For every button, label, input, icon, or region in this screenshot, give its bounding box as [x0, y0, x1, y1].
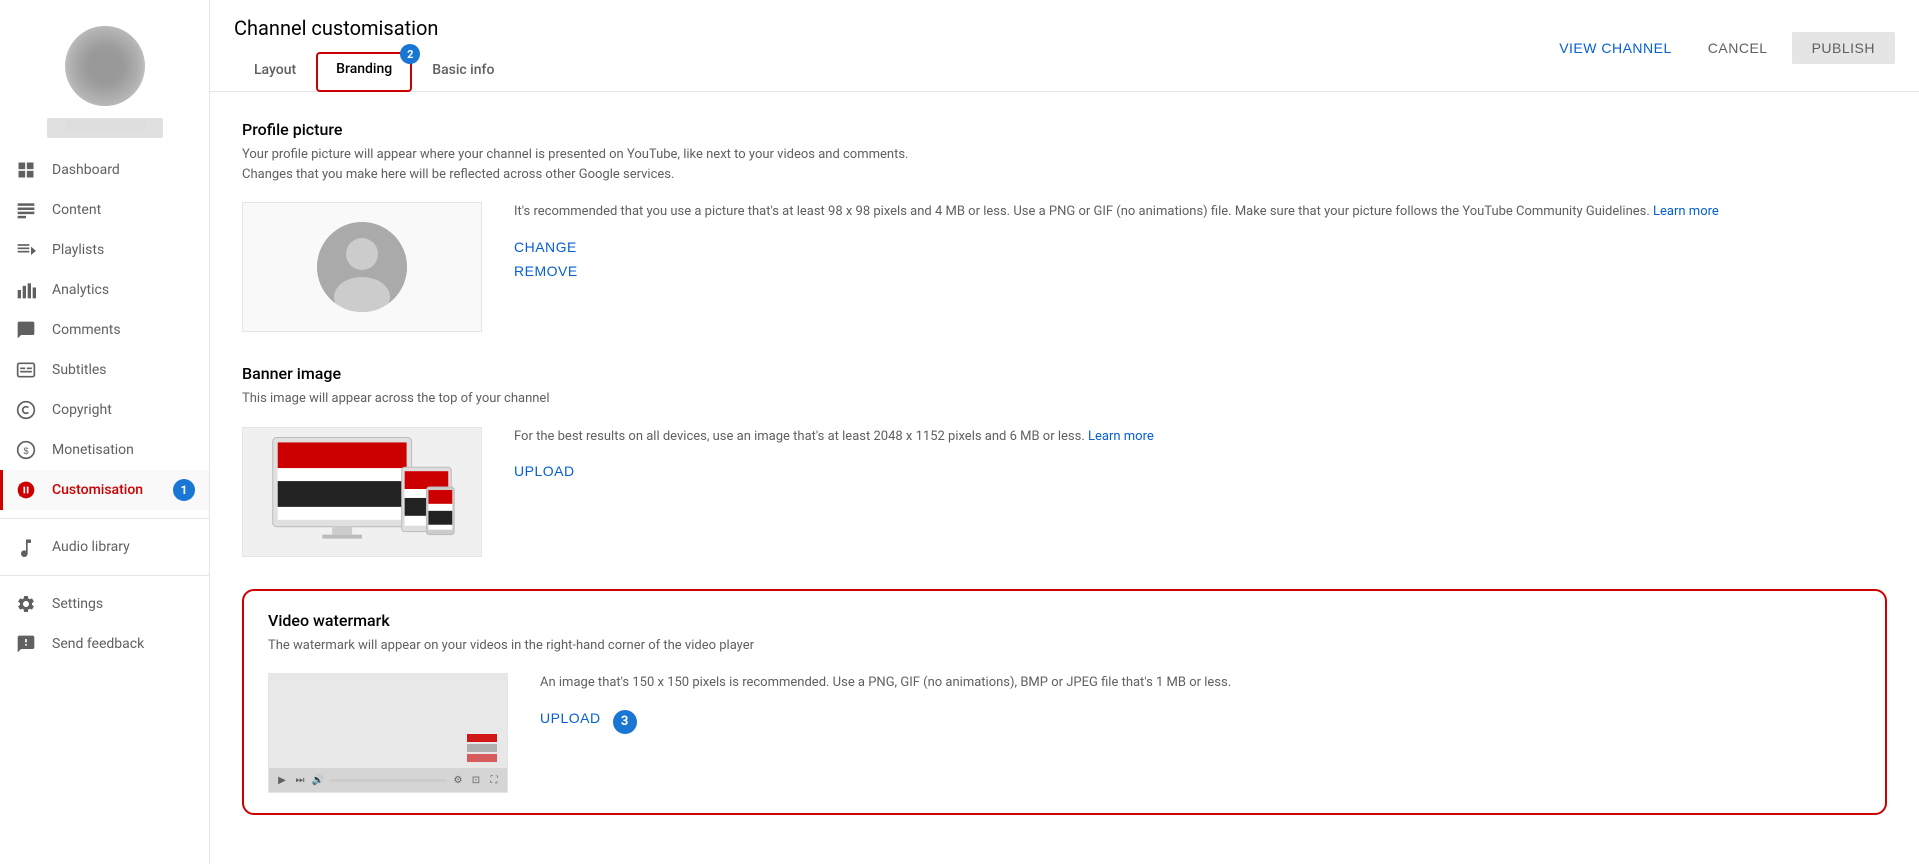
- sidebar-item-settings[interactable]: Settings: [0, 584, 209, 624]
- content-area: Profile picture Your profile picture wil…: [210, 92, 1919, 864]
- sidebar-nav: Dashboard Content Playlists Analytics: [0, 150, 209, 864]
- sidebar-item-customisation[interactable]: Customisation 1: [0, 470, 209, 510]
- sidebar-item-subtitles[interactable]: Subtitles: [0, 350, 209, 390]
- publish-button[interactable]: PUBLISH: [1792, 32, 1895, 64]
- playlists-icon: [16, 240, 36, 260]
- main-content: Channel customisation Layout Branding 2 …: [210, 0, 1919, 864]
- sidebar-item-label-dashboard: Dashboard: [52, 162, 120, 178]
- profile-picture-info-text: It's recommended that you use a picture …: [514, 202, 1887, 223]
- subtitles-icon: [16, 360, 36, 380]
- banner-image-info: For the best results on all devices, use…: [514, 427, 1887, 488]
- profile-picture-preview: [242, 202, 482, 332]
- banner-image-preview: [242, 427, 482, 557]
- sidebar-item-label-send-feedback: Send feedback: [52, 636, 144, 652]
- sidebar-item-label-playlists: Playlists: [52, 242, 104, 258]
- tab-branding[interactable]: Branding 2: [316, 52, 412, 92]
- content-icon: [16, 200, 36, 220]
- banner-image-body: For the best results on all devices, use…: [242, 427, 1887, 557]
- analytics-icon: [16, 280, 36, 300]
- topbar-actions: VIEW CHANNEL CANCEL PUBLISH: [1547, 32, 1895, 76]
- audio-library-icon: [16, 537, 36, 557]
- sidebar-item-dashboard[interactable]: Dashboard: [0, 150, 209, 190]
- page-title: Channel customisation: [234, 16, 514, 40]
- gear-icon: ⚙: [451, 773, 465, 787]
- video-watermark-section: Video watermark The watermark will appea…: [242, 589, 1887, 816]
- profile-learn-more-link[interactable]: Learn more: [1653, 204, 1719, 219]
- tabs: Layout Branding 2 Basic info: [234, 52, 514, 91]
- channel-name: [47, 118, 163, 138]
- video-watermark-desc: The watermark will appear on your videos…: [268, 636, 988, 656]
- sidebar-item-send-feedback[interactable]: Send feedback: [0, 624, 209, 664]
- sidebar-avatar-section: [0, 10, 209, 150]
- sidebar-item-label-settings: Settings: [52, 596, 103, 612]
- comments-icon: [16, 320, 36, 340]
- progress-bar[interactable]: [329, 779, 447, 782]
- sidebar: Dashboard Content Playlists Analytics: [0, 0, 210, 864]
- sidebar-item-label-copyright: Copyright: [52, 402, 112, 418]
- sidebar-item-copyright[interactable]: Copyright: [0, 390, 209, 430]
- tab-branding-label: Branding: [336, 61, 392, 77]
- topbar-left: Channel customisation Layout Branding 2 …: [234, 16, 514, 91]
- player-controls: ▶ ⏭ 🔊 ⚙ ⊡ ⛶: [269, 768, 507, 792]
- dashboard-icon: [16, 160, 36, 180]
- profile-remove-button[interactable]: REMOVE: [514, 263, 578, 279]
- feedback-icon: [16, 634, 36, 654]
- sidebar-item-label-comments: Comments: [52, 322, 121, 338]
- tab-basic-info[interactable]: Basic info: [412, 52, 514, 91]
- sidebar-item-content[interactable]: Content: [0, 190, 209, 230]
- profile-picture-section: Profile picture Your profile picture wil…: [242, 120, 1887, 332]
- profile-picture-title: Profile picture: [242, 120, 1887, 139]
- monetisation-icon: $: [16, 440, 36, 460]
- cancel-button[interactable]: CANCEL: [1696, 32, 1780, 64]
- sidebar-item-label-subtitles: Subtitles: [52, 362, 107, 378]
- profile-picture-body: It's recommended that you use a picture …: [242, 202, 1887, 332]
- sidebar-item-monetisation[interactable]: $ Monetisation: [0, 430, 209, 470]
- sidebar-item-label-analytics: Analytics: [52, 282, 109, 298]
- banner-image-desc: This image will appear across the top of…: [242, 389, 962, 409]
- svg-text:$: $: [24, 446, 29, 456]
- settings-icon: [16, 594, 36, 614]
- watermark-info-text: An image that's 150 x 150 pixels is reco…: [540, 673, 1861, 694]
- sidebar-item-label-monetisation: Monetisation: [52, 442, 134, 458]
- profile-avatar: [317, 222, 407, 312]
- profile-change-button[interactable]: CHANGE: [514, 239, 577, 255]
- sidebar-item-playlists[interactable]: Playlists: [0, 230, 209, 270]
- volume-icon: 🔊: [311, 773, 325, 787]
- sidebar-item-analytics[interactable]: Analytics: [0, 270, 209, 310]
- sidebar-item-comments[interactable]: Comments: [0, 310, 209, 350]
- tab-layout[interactable]: Layout: [234, 52, 316, 91]
- sidebar-item-label-audio-library: Audio library: [52, 539, 130, 555]
- next-icon: ⏭: [293, 773, 307, 787]
- profile-picture-info: It's recommended that you use a picture …: [514, 202, 1887, 287]
- customisation-icon: [16, 480, 36, 500]
- watermark-info: An image that's 150 x 150 pixels is reco…: [540, 673, 1861, 734]
- avatar-image: [65, 26, 145, 106]
- sidebar-item-label-customisation: Customisation: [52, 482, 143, 498]
- view-channel-button[interactable]: VIEW CHANNEL: [1547, 32, 1684, 64]
- avatar: [65, 26, 145, 106]
- sidebar-item-audio-library[interactable]: Audio library: [0, 527, 209, 567]
- banner-upload-button[interactable]: UPLOAD: [514, 463, 575, 479]
- customisation-badge: 1: [173, 479, 195, 501]
- banner-image-title: Banner image: [242, 364, 1887, 383]
- profile-picture-desc: Your profile picture will appear where y…: [242, 145, 962, 184]
- topbar: Channel customisation Layout Branding 2 …: [210, 0, 1919, 92]
- video-watermark-title: Video watermark: [268, 611, 1861, 630]
- banner-learn-more-link[interactable]: Learn more: [1088, 429, 1154, 444]
- fullscreen-icon: ⛶: [487, 773, 501, 787]
- watermark-section-badge: 3: [613, 710, 637, 734]
- copyright-icon: [16, 400, 36, 420]
- watermark-upload-button[interactable]: UPLOAD: [540, 710, 601, 726]
- banner-image-info-text: For the best results on all devices, use…: [514, 427, 1887, 448]
- banner-image-section: Banner image This image will appear acro…: [242, 364, 1887, 557]
- video-watermark-body: ▶ ⏭ 🔊 ⚙ ⊡ ⛶ An image that's 150 x 150 pi…: [268, 673, 1861, 793]
- sidebar-item-label-content: Content: [52, 202, 101, 218]
- play-icon: ▶: [275, 773, 289, 787]
- miniplayer-icon: ⊡: [469, 773, 483, 787]
- watermark-preview: ▶ ⏭ 🔊 ⚙ ⊡ ⛶: [268, 673, 508, 793]
